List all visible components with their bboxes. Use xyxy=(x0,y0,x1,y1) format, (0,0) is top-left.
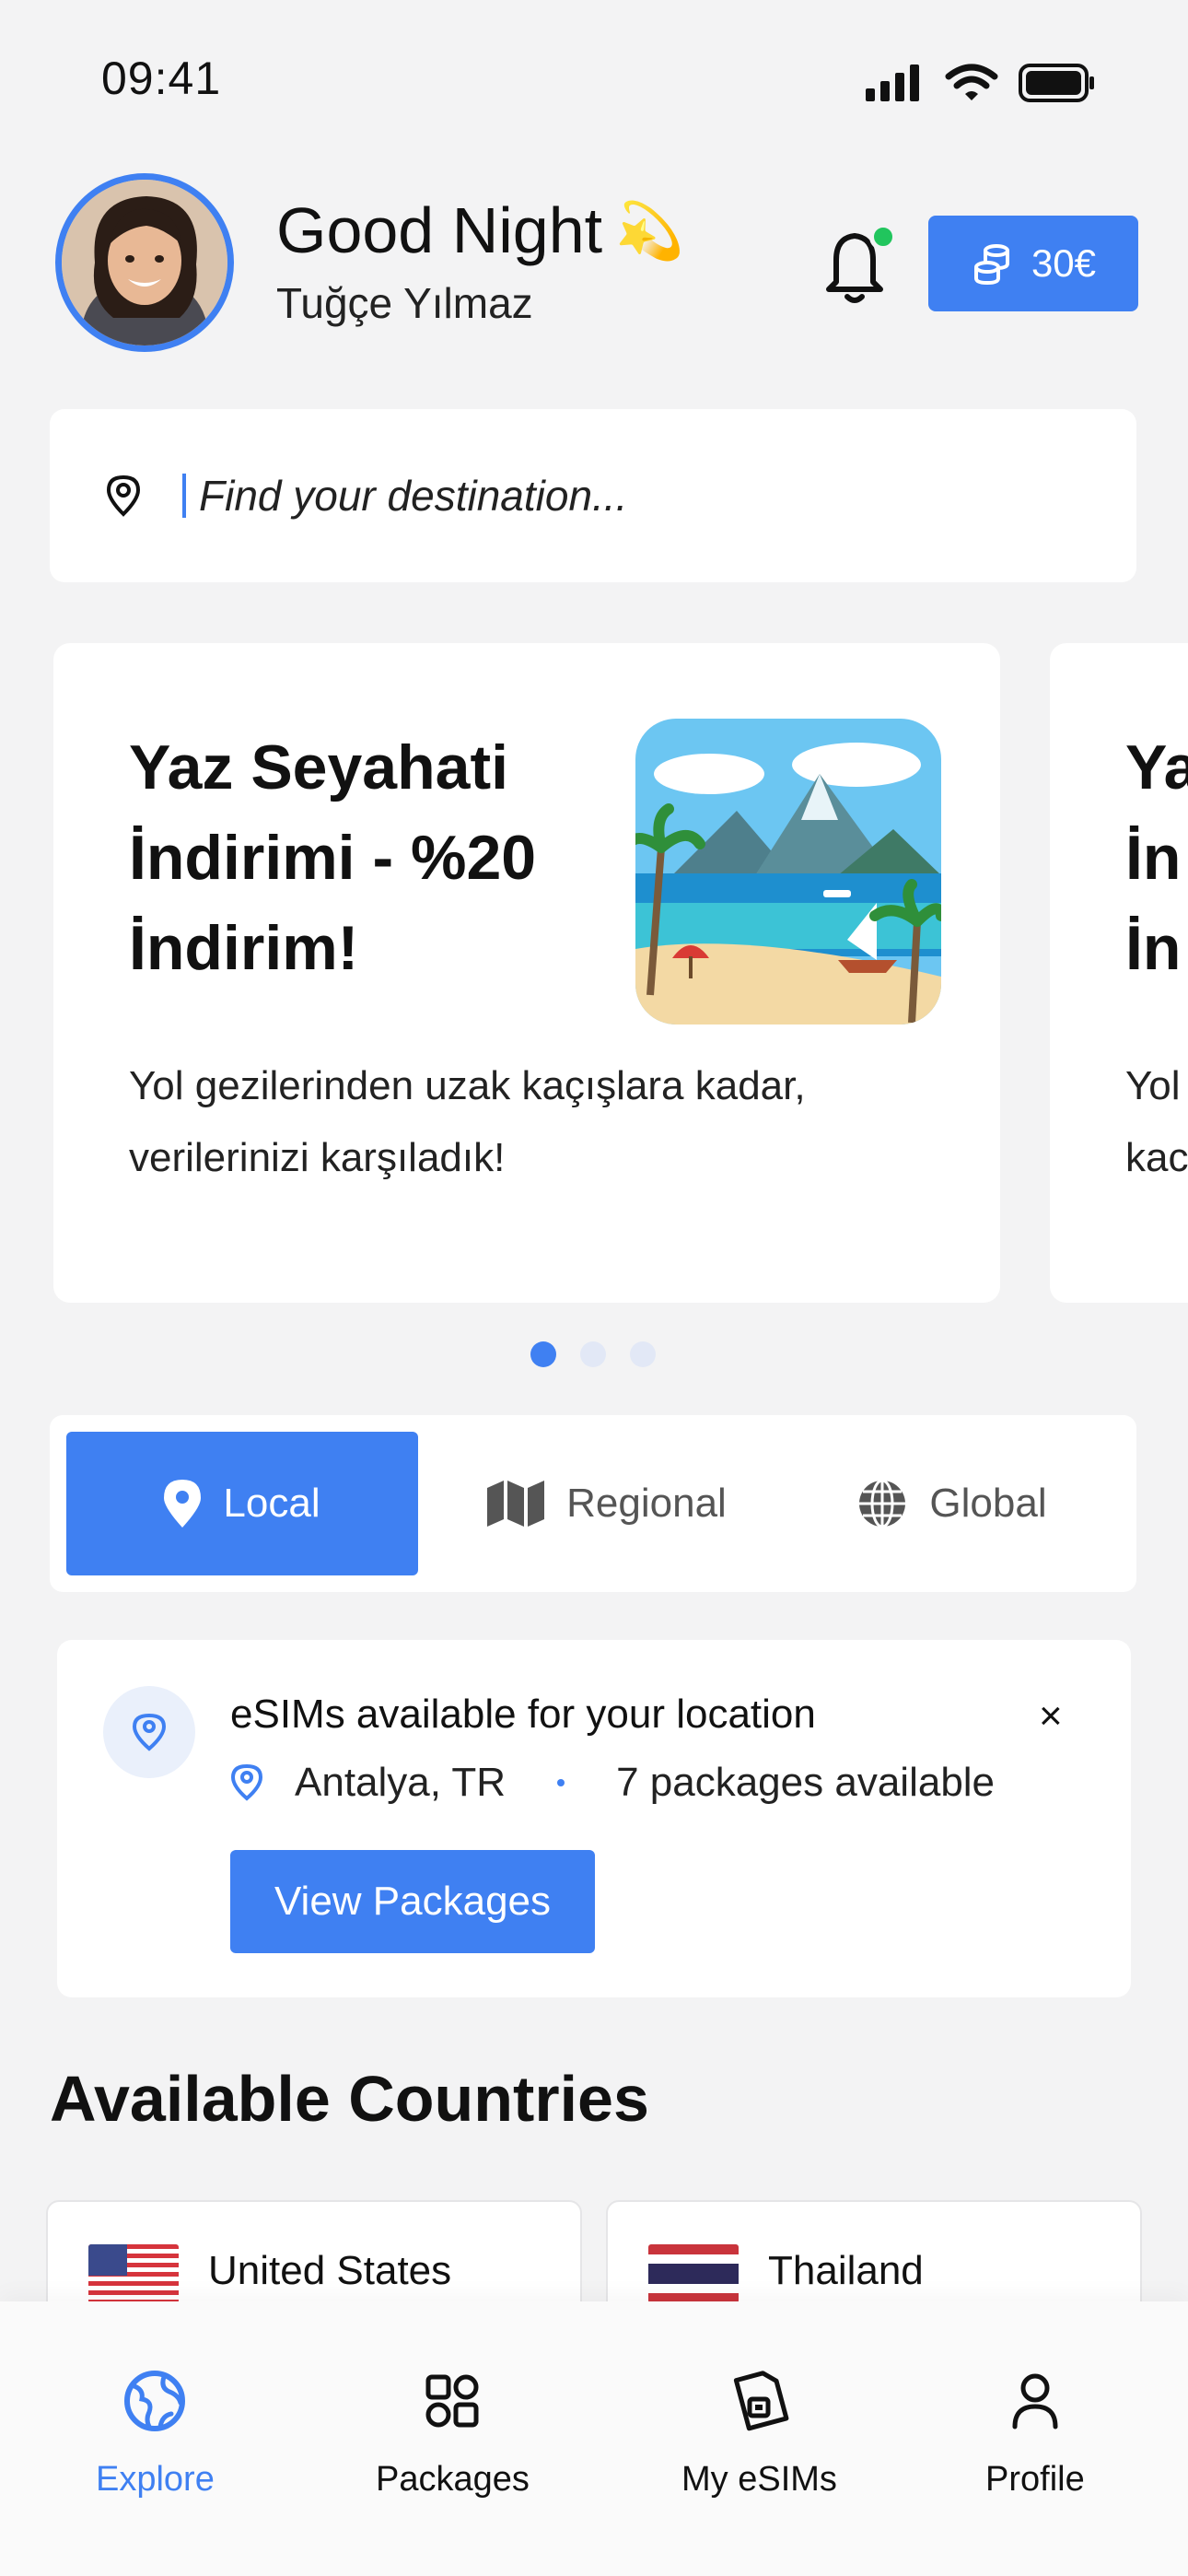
location-icon-badge xyxy=(103,1686,195,1778)
nav-explore-label: Explore xyxy=(96,2460,215,2499)
tab-local[interactable]: Local xyxy=(66,1432,418,1575)
notification-dot xyxy=(869,223,897,251)
promo-next-description: Yol kac xyxy=(1125,1063,1188,1180)
location-card-title: eSIMs available for your location xyxy=(230,1692,816,1737)
location-pin-icon xyxy=(132,1713,167,1751)
section-title: Available Countries xyxy=(50,2063,649,2135)
user-name: Tuğçe Yılmaz xyxy=(276,279,533,327)
profile-user-icon xyxy=(1012,2373,1058,2430)
coins-icon xyxy=(973,244,1009,286)
tab-global[interactable]: Global xyxy=(786,1432,1118,1575)
search-bar[interactable] xyxy=(50,409,1136,582)
search-input[interactable] xyxy=(199,471,1028,521)
balance-amount: 30€ xyxy=(1031,241,1097,285)
plan-type-tabs: Local Regional Global xyxy=(50,1415,1136,1592)
tab-regional[interactable]: Regional xyxy=(437,1432,777,1575)
greeting: Good Night 💫 xyxy=(276,193,684,267)
tab-local-label: Local xyxy=(223,1481,320,1526)
pin-icon xyxy=(164,1480,202,1528)
nav-explore[interactable]: Explore xyxy=(96,2368,215,2500)
location-pin-icon xyxy=(230,1763,263,1801)
status-time: 09:41 xyxy=(101,53,222,104)
promo-title: Yaz Seyahati İndirimi - %20 İndirim! xyxy=(129,732,537,983)
text-caret xyxy=(182,474,186,518)
carousel-dot[interactable] xyxy=(580,1341,606,1367)
location-details: Antalya, TR 7 packages available xyxy=(230,1760,995,1806)
carousel-dot-active[interactable] xyxy=(530,1341,556,1367)
separator-dot xyxy=(557,1779,565,1786)
status-icons xyxy=(866,57,1096,109)
explore-globe-icon xyxy=(124,2371,186,2431)
view-packages-button[interactable]: View Packages xyxy=(230,1850,595,1953)
tab-regional-label: Regional xyxy=(566,1481,727,1526)
nav-packages-label: Packages xyxy=(376,2460,530,2499)
us-flag-icon xyxy=(88,2244,179,2303)
greeting-text: Good Night xyxy=(276,194,603,266)
nav-profile[interactable]: Profile xyxy=(985,2368,1085,2500)
signal-icon xyxy=(866,64,919,101)
bottom-navigation: Explore Packages My eSIMs Profile xyxy=(0,2301,1188,2576)
promo-card-next[interactable]: Ya İn İn Yol kac xyxy=(1050,643,1188,1303)
avatar[interactable] xyxy=(55,173,234,352)
nav-my-esims[interactable]: My eSIMs xyxy=(681,2368,837,2500)
map-icon xyxy=(487,1481,545,1527)
th-flag-icon xyxy=(648,2244,739,2303)
promo-description: Yol gezilerinden uzak kaçışlara kadar, v… xyxy=(129,1063,806,1180)
close-icon[interactable]: × xyxy=(1039,1693,1063,1739)
packages-grid-icon xyxy=(425,2374,479,2428)
nav-packages[interactable]: Packages xyxy=(376,2368,530,2500)
nav-my-esims-label: My eSIMs xyxy=(681,2460,837,2499)
location-esim-card: eSIMs available for your location × Anta… xyxy=(57,1640,1131,1997)
carousel-dots xyxy=(530,1341,656,1367)
promo-next-title: Ya İn İn xyxy=(1125,732,1188,983)
beach-illustration xyxy=(635,719,941,1025)
country-name: United States xyxy=(208,2248,452,2293)
nav-profile-label: Profile xyxy=(985,2460,1085,2499)
promo-card[interactable]: Yaz Seyahati İndirimi - %20 İndirim! Yol… xyxy=(53,643,1000,1303)
packages-count: 7 packages available xyxy=(616,1760,996,1805)
location-pin-icon xyxy=(106,474,141,517)
wifi-icon xyxy=(945,64,998,100)
current-location: Antalya, TR xyxy=(295,1760,507,1805)
balance-button[interactable]: 30€ xyxy=(928,216,1138,311)
esim-card-icon xyxy=(734,2371,789,2431)
tab-global-label: Global xyxy=(929,1481,1047,1526)
battery-icon xyxy=(1019,64,1094,102)
country-name: Thailand xyxy=(768,2248,924,2293)
carousel-dot[interactable] xyxy=(630,1341,656,1367)
globe-icon xyxy=(859,1479,906,1528)
sparkle-emoji: 💫 xyxy=(615,199,684,262)
